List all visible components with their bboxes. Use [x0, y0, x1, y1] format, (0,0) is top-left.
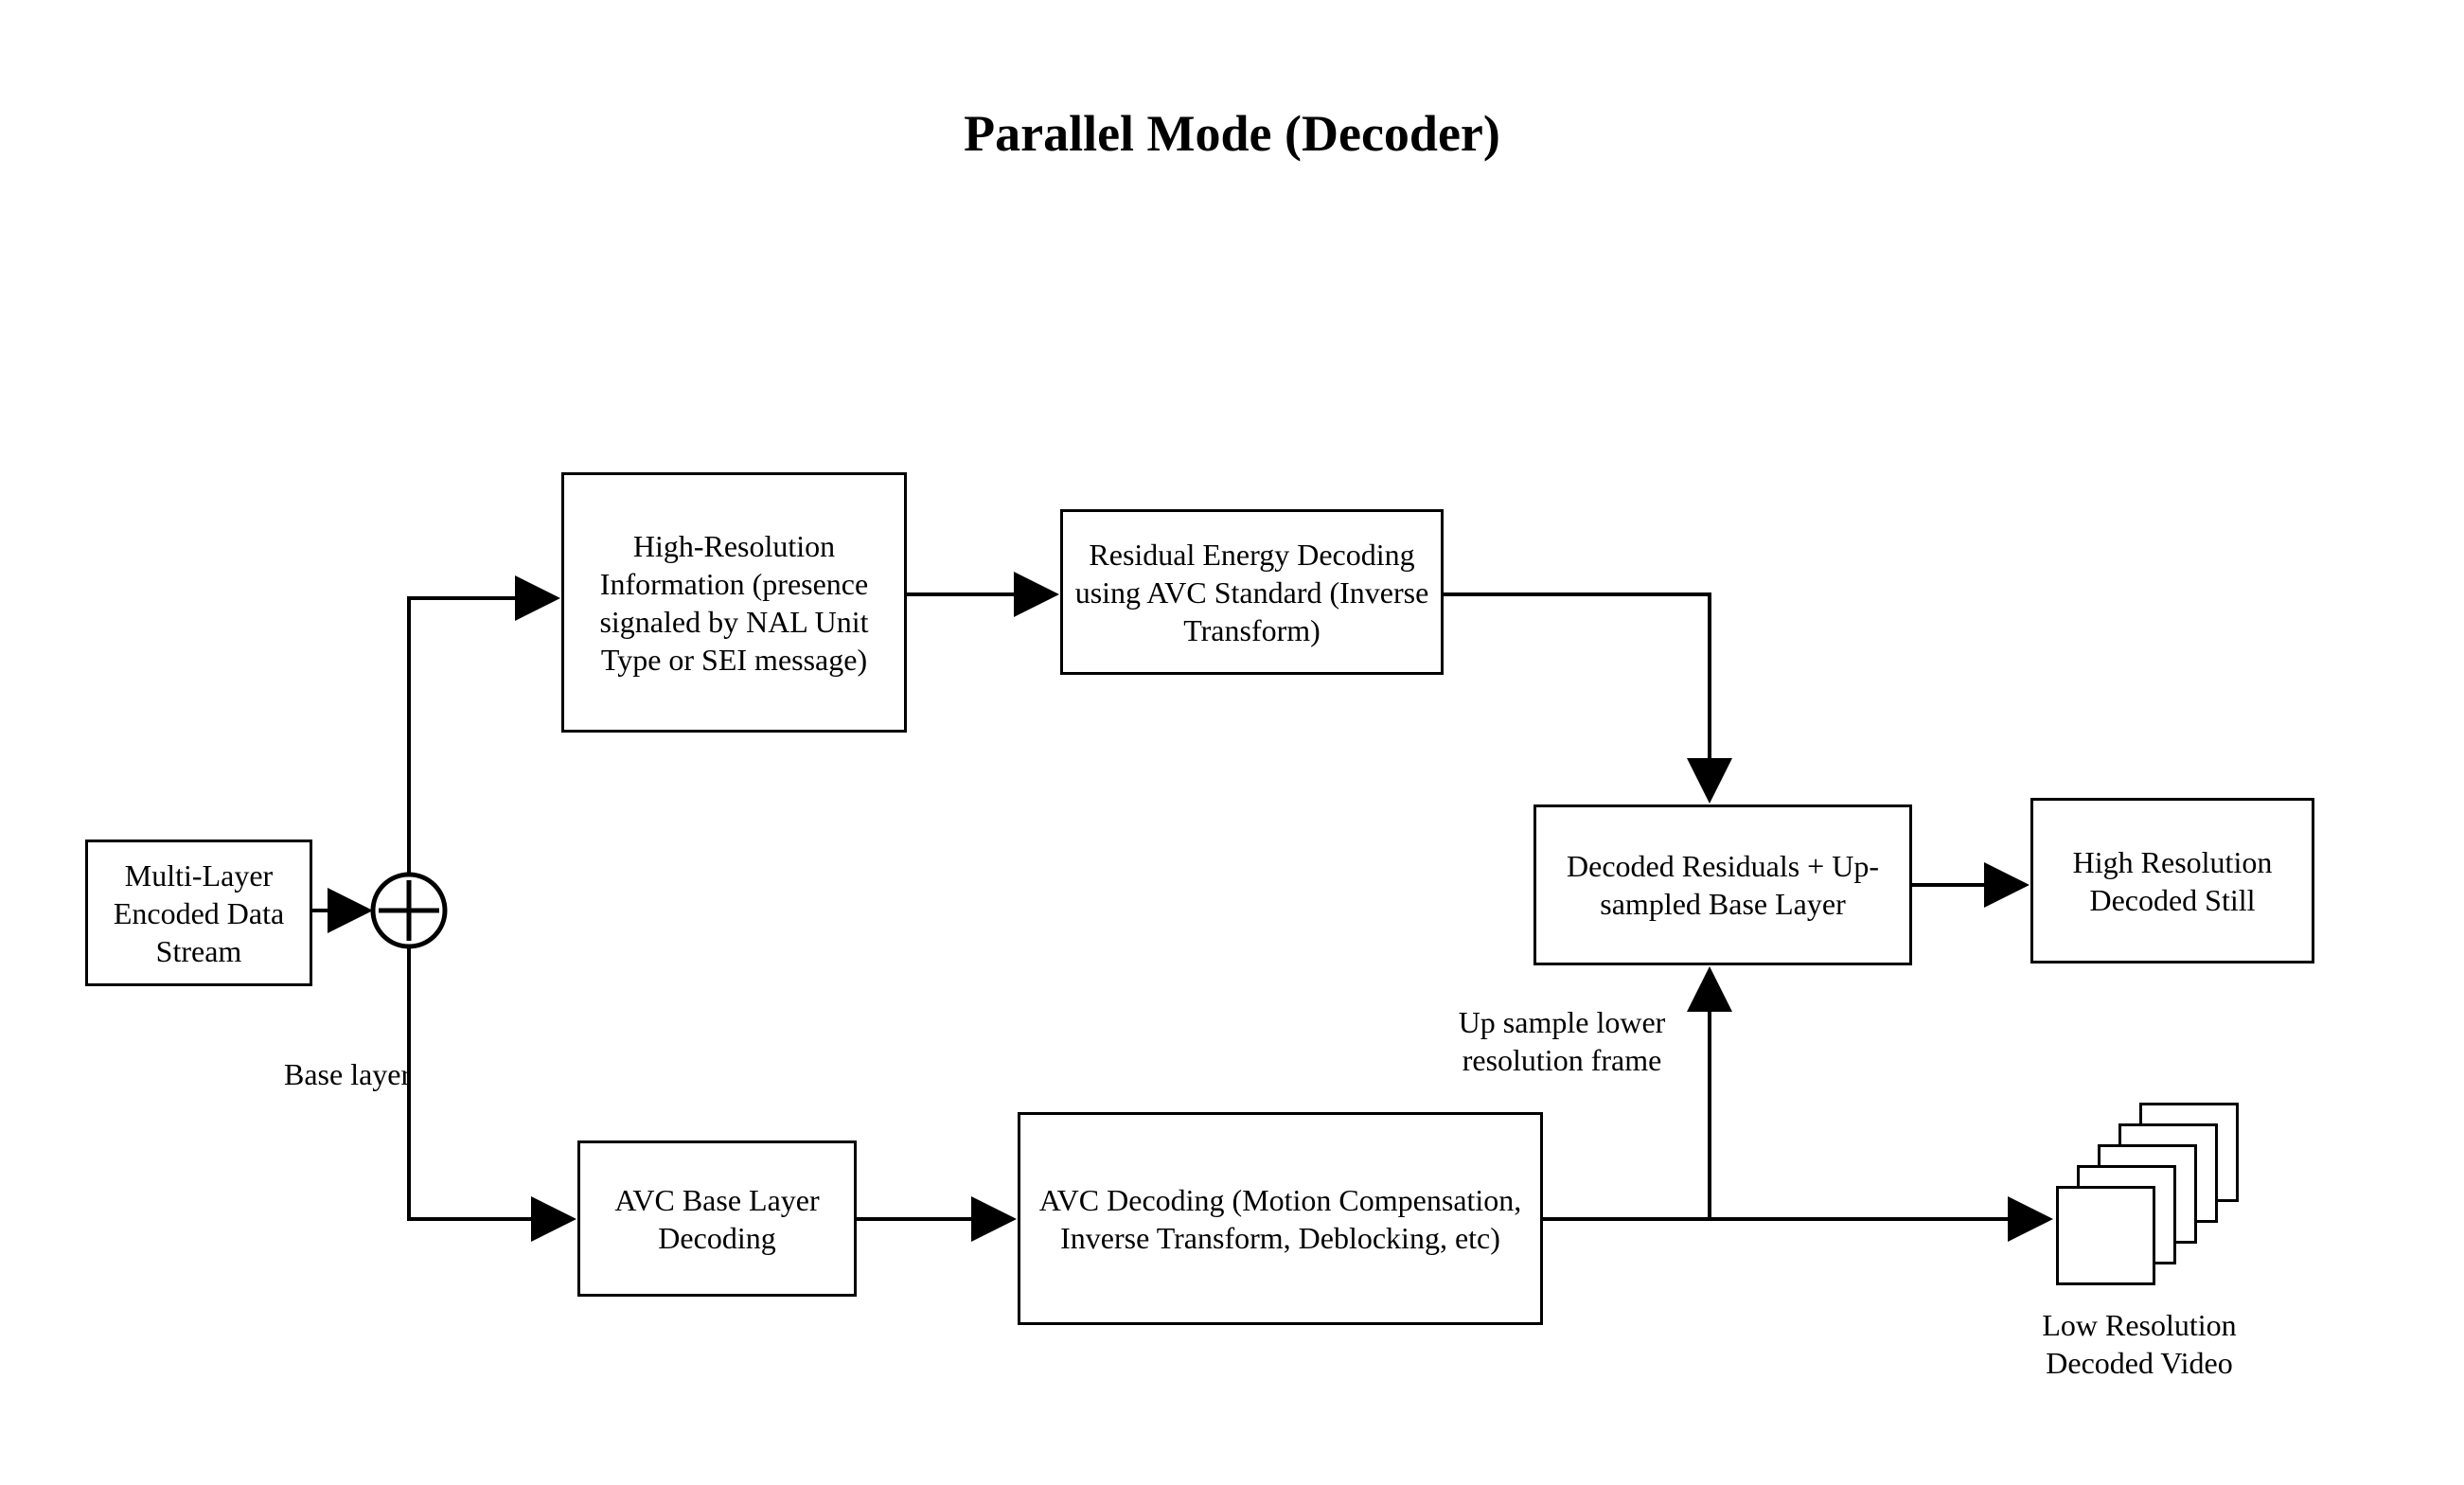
label-low-res-video: Low Resolution Decoded Video	[2007, 1306, 2272, 1382]
label-up-sample: Up sample lower resolution frame	[1410, 1003, 1713, 1079]
box-sum: Decoded Residuals + Up-sampled Base Laye…	[1533, 804, 1912, 965]
box-input: Multi-Layer Encoded Data Stream	[85, 840, 312, 986]
box-avc-decoding: AVC Decoding (Motion Compensation, Inver…	[1018, 1112, 1543, 1325]
diagram-canvas: Parallel Mode (Decoder) Multi-Layer Enco…	[0, 0, 2464, 1485]
splitter-icon	[373, 875, 445, 946]
diagram-title: Parallel Mode (Decoder)	[0, 104, 2464, 163]
box-high-res-info: High-Resolution Information (presence si…	[561, 472, 907, 733]
label-base-layer: Base layer	[284, 1055, 411, 1093]
box-avc-base-layer-decoding: AVC Base Layer Decoding	[577, 1140, 857, 1297]
box-high-res-still: High Resolution Decoded Still	[2030, 798, 2314, 963]
box-residual-decoding: Residual Energy Decoding using AVC Stand…	[1060, 509, 1444, 675]
